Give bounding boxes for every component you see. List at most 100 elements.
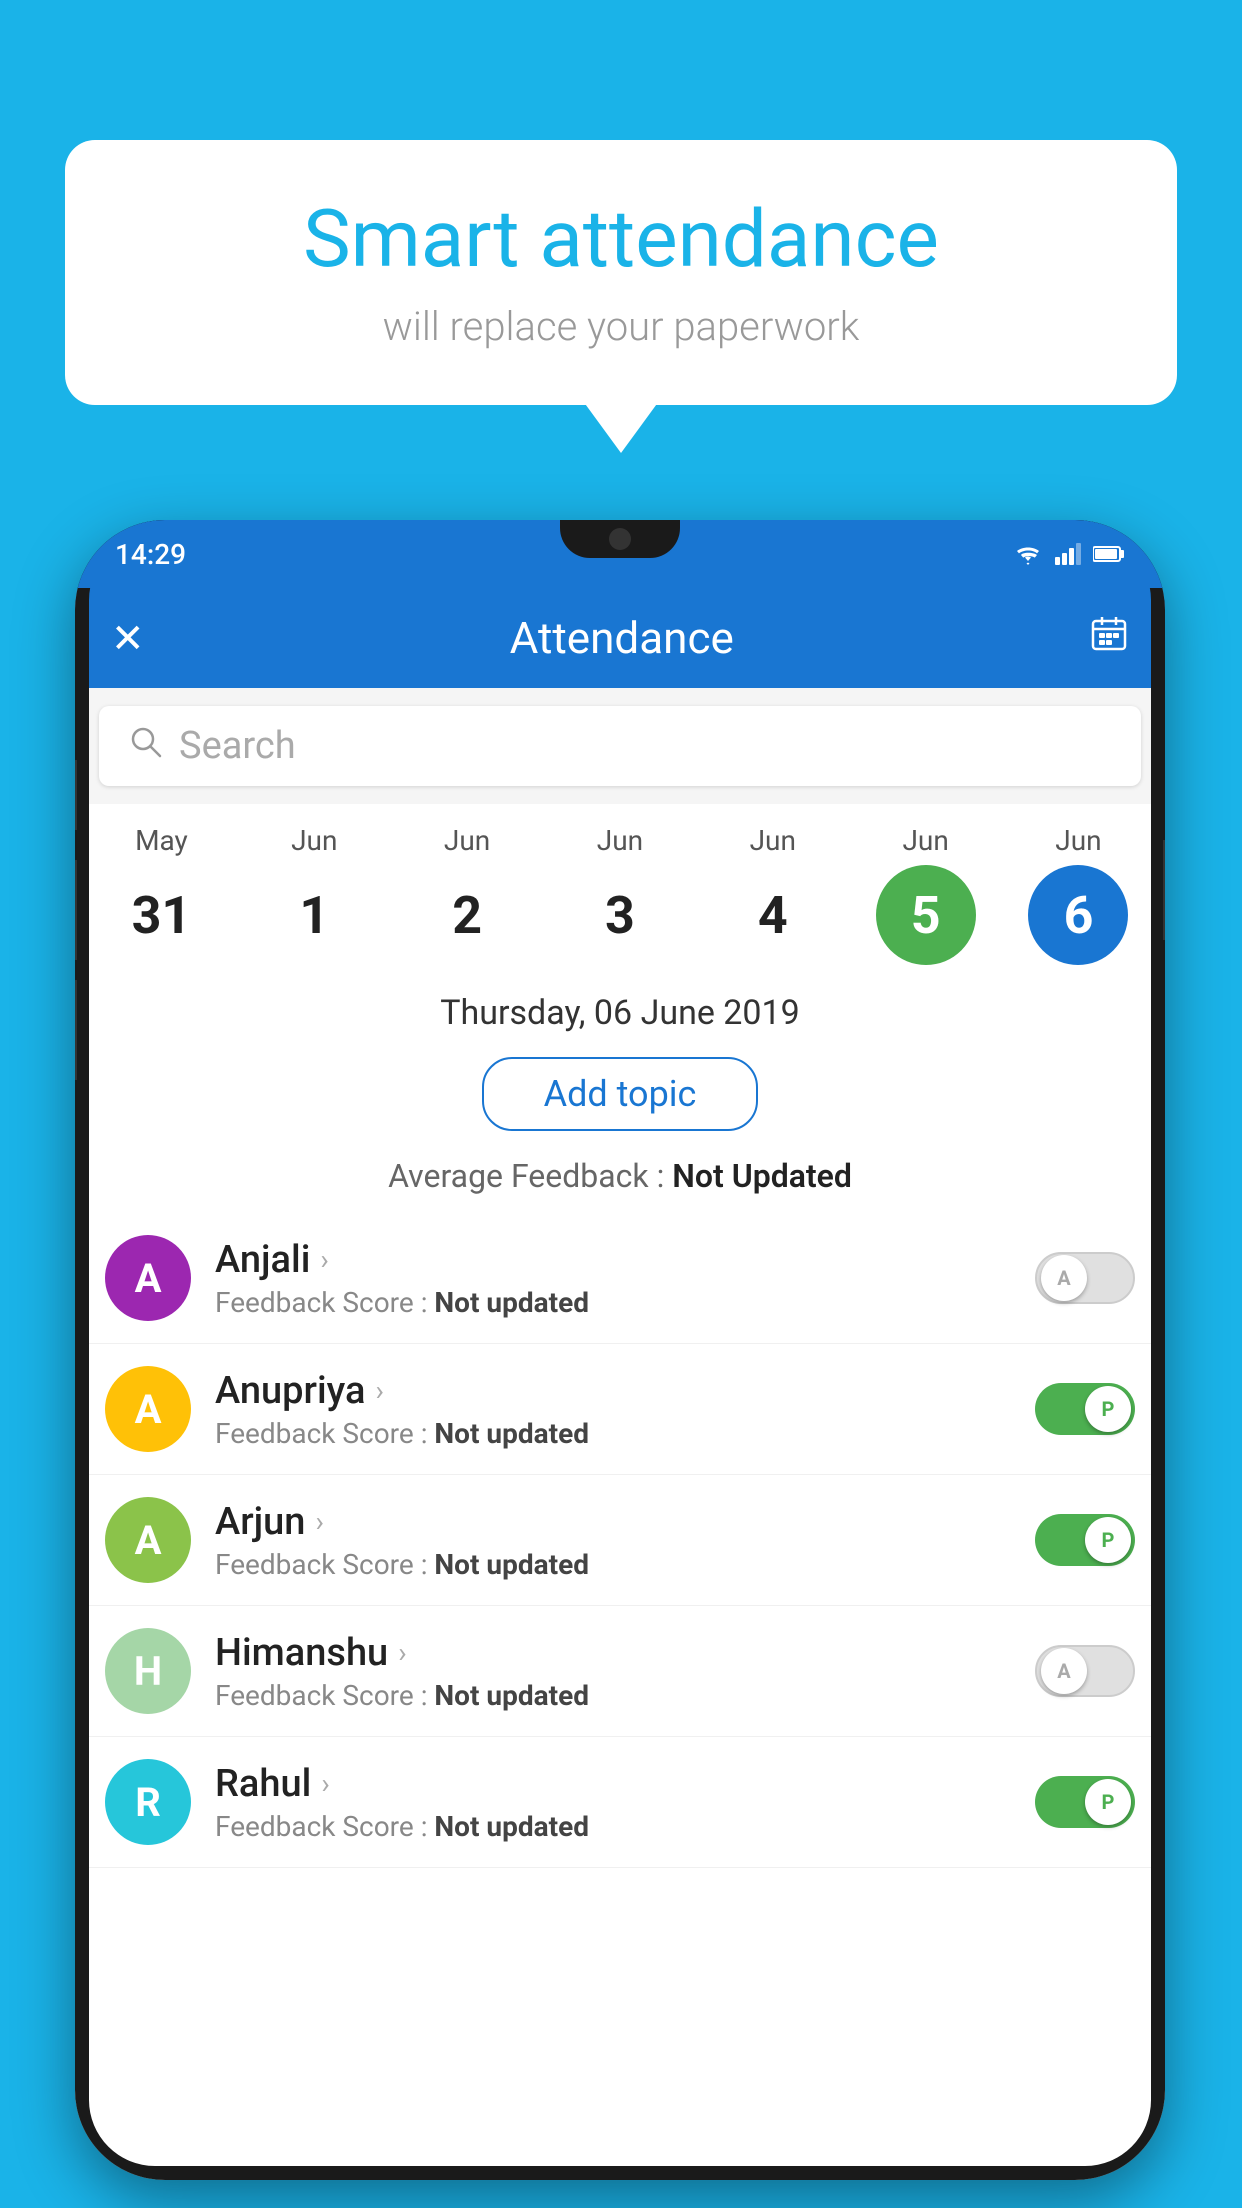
student-name-row: Arjun › [215, 1500, 1035, 1544]
avatar: R [105, 1759, 191, 1845]
student-name-row: Anjali › [215, 1238, 1035, 1282]
avatar: A [105, 1235, 191, 1321]
calendar-strip: May 31 Jun 1 Jun 2 Jun3 Jun 4 Jun 5 Jun 6 [75, 804, 1165, 965]
cal-month: Jun [291, 824, 337, 857]
feedback-score: Feedback Score : Not updated [215, 1548, 1035, 1581]
speech-bubble-section: Smart attendance will replace your paper… [65, 140, 1177, 405]
selected-date: Thursday, 06 June 2019 [75, 965, 1165, 1041]
app-bar-title: Attendance [155, 612, 1089, 664]
toggle-knob: P [1085, 1386, 1131, 1432]
cal-day-3[interactable]: Jun3 [555, 824, 685, 965]
student-name: Anupriya [215, 1369, 365, 1413]
toggle-knob: P [1085, 1779, 1131, 1825]
cal-month: Jun [1055, 824, 1101, 857]
student-name: Anjali [215, 1238, 310, 1282]
cal-date[interactable]: 31 [111, 865, 211, 965]
signal-icon [1055, 543, 1081, 565]
avatar: A [105, 1366, 191, 1452]
cal-date[interactable]: 6 [1028, 865, 1128, 965]
attendance-toggle[interactable]: P [1035, 1383, 1135, 1435]
feedback-score: Feedback Score : Not updated [215, 1286, 1035, 1319]
toggle-knob: P [1085, 1517, 1131, 1563]
cal-day-2[interactable]: Jun 2 [402, 824, 532, 965]
attendance-toggle[interactable]: P [1035, 1514, 1135, 1566]
add-topic-container: Add topic [75, 1041, 1165, 1147]
cal-date[interactable]: 2 [417, 865, 517, 965]
student-item-1[interactable]: A Anupriya› Feedback Score : Not updated P [75, 1344, 1165, 1475]
cal-day-6[interactable]: Jun 6 [1013, 824, 1143, 965]
app-screen: ✕ Attendance [75, 588, 1165, 2180]
toggle-switch[interactable]: P [1035, 1514, 1135, 1566]
cal-day-1[interactable]: Jun 1 [249, 824, 379, 965]
toggle-switch[interactable]: A [1035, 1645, 1135, 1697]
student-name-row: Himanshu › [215, 1631, 1035, 1675]
student-name: Rahul [215, 1762, 311, 1806]
phone-frame: 14:29 [75, 520, 1165, 2180]
avatar: H [105, 1628, 191, 1714]
battery-icon [1093, 545, 1125, 563]
attendance-toggle[interactable]: A [1035, 1645, 1135, 1697]
status-icons [1013, 543, 1125, 565]
student-item-2[interactable]: A Arjun › Feedback Score : Not updated P [75, 1475, 1165, 1606]
student-item-0[interactable]: AAnjali›Feedback Score : Not updatedA [75, 1213, 1165, 1344]
search-bar[interactable]: Search [99, 706, 1141, 786]
student-name: Himanshu [215, 1631, 388, 1675]
chevron-right-icon: › [398, 1636, 406, 1669]
cal-month: Jun [750, 824, 796, 857]
student-name: Arjun [215, 1500, 305, 1544]
student-info: Himanshu › Feedback Score : Not updated [215, 1631, 1035, 1712]
student-item-3[interactable]: H Himanshu › Feedback Score : Not updatedA [75, 1606, 1165, 1737]
avg-feedback-label: Average Feedback : [388, 1157, 672, 1195]
chevron-right-icon: › [321, 1767, 329, 1800]
front-camera [609, 528, 631, 550]
search-container: Search [75, 688, 1165, 804]
cal-month: Jun [444, 824, 490, 857]
bubble-title: Smart attendance [125, 195, 1117, 283]
calendar-icon[interactable] [1089, 613, 1129, 663]
cal-date[interactable]: 5 [876, 865, 976, 965]
attendance-toggle[interactable]: P [1035, 1776, 1135, 1828]
volume-up-button [75, 860, 77, 960]
chevron-right-icon: › [315, 1505, 323, 1538]
avg-feedback-value: Not Updated [672, 1157, 852, 1195]
student-info: Rahul › Feedback Score : Not updated [215, 1762, 1035, 1843]
cal-month: May [135, 824, 188, 857]
student-name-row: Rahul › [215, 1762, 1035, 1806]
feedback-score: Feedback Score : Not updated [215, 1417, 1035, 1450]
cal-month: Jun [902, 824, 948, 857]
phone-notch [560, 520, 680, 558]
feedback-score: Feedback Score : Not updated [215, 1679, 1035, 1712]
search-icon [129, 725, 163, 768]
power-button [1163, 840, 1165, 940]
speech-bubble: Smart attendance will replace your paper… [65, 140, 1177, 405]
avg-feedback: Average Feedback : Not Updated [75, 1147, 1165, 1213]
app-bar: ✕ Attendance [75, 588, 1165, 688]
cal-date[interactable]: 4 [723, 865, 823, 965]
cal-day-0[interactable]: May 31 [96, 824, 226, 965]
cal-date[interactable]: 3 [570, 865, 670, 965]
toggle-switch[interactable]: P [1035, 1383, 1135, 1435]
chevron-right-icon: › [320, 1243, 328, 1276]
avatar: A [105, 1497, 191, 1583]
student-name-row: Anupriya› [215, 1369, 1035, 1413]
cal-date[interactable]: 1 [264, 865, 364, 965]
volume-down-button [75, 980, 77, 1080]
toggle-switch[interactable]: A [1035, 1252, 1135, 1304]
student-info: Anjali › Feedback Score : Not updated [215, 1238, 1035, 1319]
cal-day-5[interactable]: Jun 5 [861, 824, 991, 965]
search-input[interactable]: Search [179, 724, 296, 768]
cal-day-4[interactable]: Jun 4 [708, 824, 838, 965]
mute-button [75, 760, 77, 830]
student-info: Anupriya› Feedback Score : Not updated [215, 1369, 1035, 1450]
toggle-switch[interactable]: P [1035, 1776, 1135, 1828]
bubble-subtitle: will replace your paperwork [125, 303, 1117, 350]
attendance-toggle[interactable]: A [1035, 1252, 1135, 1304]
add-topic-button[interactable]: Add topic [482, 1057, 759, 1131]
feedback-score: Feedback Score : Not updated [215, 1810, 1035, 1843]
wifi-icon [1013, 543, 1043, 565]
toggle-knob: A [1041, 1648, 1087, 1694]
student-item-4[interactable]: R Rahul › Feedback Score : Not updated P [75, 1737, 1165, 1868]
student-list: AAnjali›Feedback Score : Not updatedAAAn… [75, 1213, 1165, 1868]
close-button[interactable]: ✕ [111, 615, 145, 662]
toggle-knob: A [1041, 1255, 1087, 1301]
